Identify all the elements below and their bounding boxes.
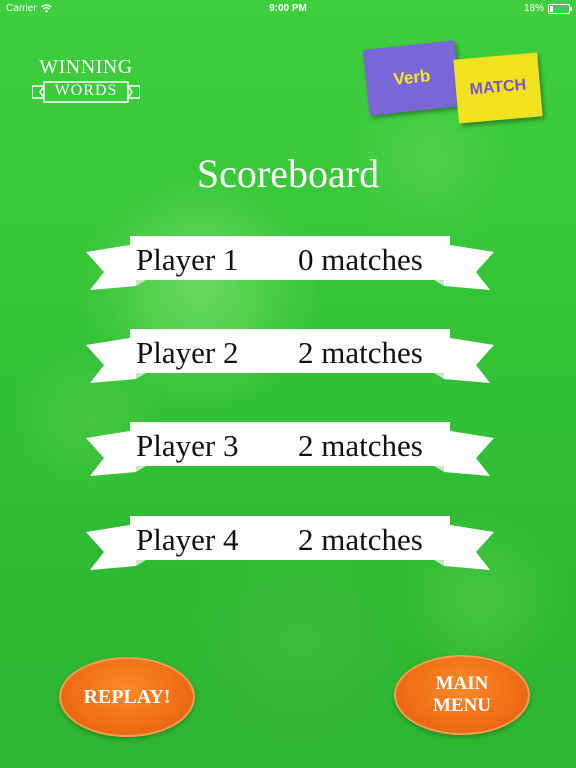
score-text: Player 1 0 matches — [132, 240, 448, 280]
player-score: 0 matches — [298, 242, 423, 277]
score-text: Player 2 2 matches — [132, 333, 448, 373]
status-bar: Carrier 9:00 PM 18% — [0, 0, 576, 18]
score-text: Player 3 2 matches — [132, 426, 448, 466]
player-name: Player 1 — [136, 242, 239, 277]
status-time: 9:00 PM — [269, 3, 307, 14]
player-score: 2 matches — [298, 428, 423, 463]
verb-card-label: Verb — [392, 66, 432, 89]
main-menu-button-label: MAIN MENU — [433, 673, 491, 717]
battery-icon — [548, 3, 572, 14]
replay-button[interactable]: REPLAY! — [59, 657, 195, 737]
main-menu-line-1: MAIN — [435, 673, 489, 694]
player-score: 2 matches — [298, 335, 423, 370]
logo-bottom-text: WORDS — [54, 82, 118, 99]
player-name: Player 3 — [136, 428, 239, 463]
player-score: 2 matches — [298, 522, 423, 557]
player-name: Player 4 — [136, 522, 239, 557]
replay-button-label: REPLAY! — [83, 685, 171, 708]
score-row-player-1: Player 1 0 matches — [86, 236, 494, 294]
score-row-player-4: Player 4 2 matches — [86, 516, 494, 574]
main-menu-line-2: MENU — [432, 695, 492, 716]
score-text: Player 4 2 matches — [132, 520, 448, 560]
score-row-player-2: Player 2 2 matches — [86, 329, 494, 387]
match-card-label: MATCH — [469, 76, 527, 99]
verb-card: Verb — [362, 40, 462, 116]
match-card: MATCH — [453, 52, 543, 124]
logo-top-text: WINNING — [39, 56, 133, 78]
battery-fill — [550, 5, 553, 12]
battery-percent: 18% — [523, 3, 544, 14]
winning-words-logo: WINNING WORDS — [26, 56, 146, 110]
page-title: Scoreboard — [196, 151, 380, 196]
status-right: 18% — [523, 3, 572, 14]
main-menu-button[interactable]: MAIN MENU — [394, 655, 530, 735]
score-row-player-3: Player 3 2 matches — [86, 422, 494, 480]
player-name: Player 2 — [136, 335, 239, 370]
